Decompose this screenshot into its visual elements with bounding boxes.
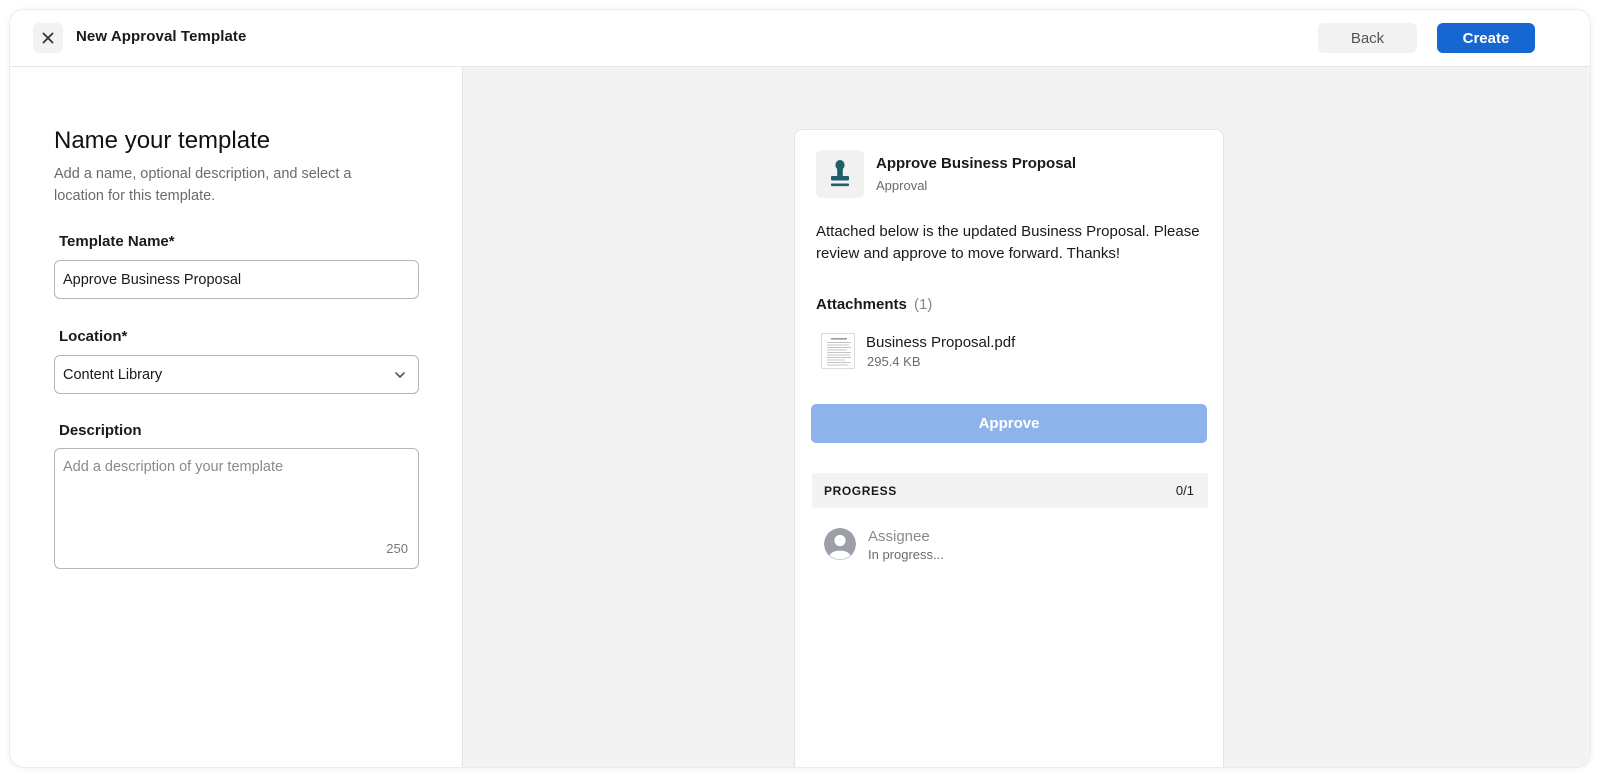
template-name-label: Template Name* xyxy=(59,233,175,250)
user-avatar-icon xyxy=(824,528,856,560)
location-label: Location* xyxy=(59,328,128,345)
progress-section-header: PROGRESS 0/1 xyxy=(812,473,1208,508)
char-count: 250 xyxy=(386,541,408,556)
location-selected-value: Content Library xyxy=(63,366,163,383)
description-textarea[interactable] xyxy=(55,449,418,568)
description-field-wrapper: 250 xyxy=(54,448,419,569)
form-subtitle: Add a name, optional description, and se… xyxy=(54,166,352,204)
attachments-label: Attachments xyxy=(816,296,907,313)
description-label: Description xyxy=(59,422,142,439)
progress-label: PROGRESS xyxy=(824,484,897,498)
header-bar: New Approval Template Back Create xyxy=(10,10,1590,67)
assignee-status: In progress... xyxy=(868,547,944,562)
chevron-down-icon xyxy=(395,372,405,378)
preview-message: Attached below is the updated Business P… xyxy=(816,223,1200,262)
stamp-icon xyxy=(831,160,849,187)
back-button[interactable]: Back xyxy=(1318,23,1417,53)
progress-count: 0/1 xyxy=(1175,483,1194,498)
approval-template-window: New Approval Template Back Create Name y… xyxy=(10,10,1590,767)
preview-type: Approval xyxy=(876,178,928,193)
preview-title: Approve Business Proposal xyxy=(876,155,1077,172)
attachment-file-size: 295.4 KB xyxy=(867,354,921,369)
template-name-input[interactable] xyxy=(54,260,419,299)
approval-type-icon-tile xyxy=(816,150,864,198)
preview-panel: Approve Business Proposal Approval Attac… xyxy=(463,67,1590,767)
approve-button[interactable]: Approve xyxy=(811,404,1207,443)
create-button[interactable]: Create xyxy=(1437,23,1535,53)
avatar xyxy=(824,528,856,560)
attachments-heading: Attachments (1) xyxy=(816,296,932,313)
form-title: Name your template xyxy=(54,127,271,154)
approval-preview-card: Approve Business Proposal Approval Attac… xyxy=(794,129,1224,767)
pdf-file-icon[interactable] xyxy=(821,333,855,369)
assignee-name: Assignee xyxy=(868,528,930,545)
location-select[interactable]: Content Library xyxy=(54,355,419,394)
attachments-count: (1) xyxy=(914,296,933,313)
close-icon xyxy=(42,32,54,44)
page-title: New Approval Template xyxy=(76,28,247,45)
close-button[interactable] xyxy=(33,23,63,53)
template-form-panel: Name your template Add a name, optional … xyxy=(10,67,463,767)
attachment-file-name[interactable]: Business Proposal.pdf xyxy=(866,334,1015,351)
document-thumbnail-icon xyxy=(827,338,851,366)
